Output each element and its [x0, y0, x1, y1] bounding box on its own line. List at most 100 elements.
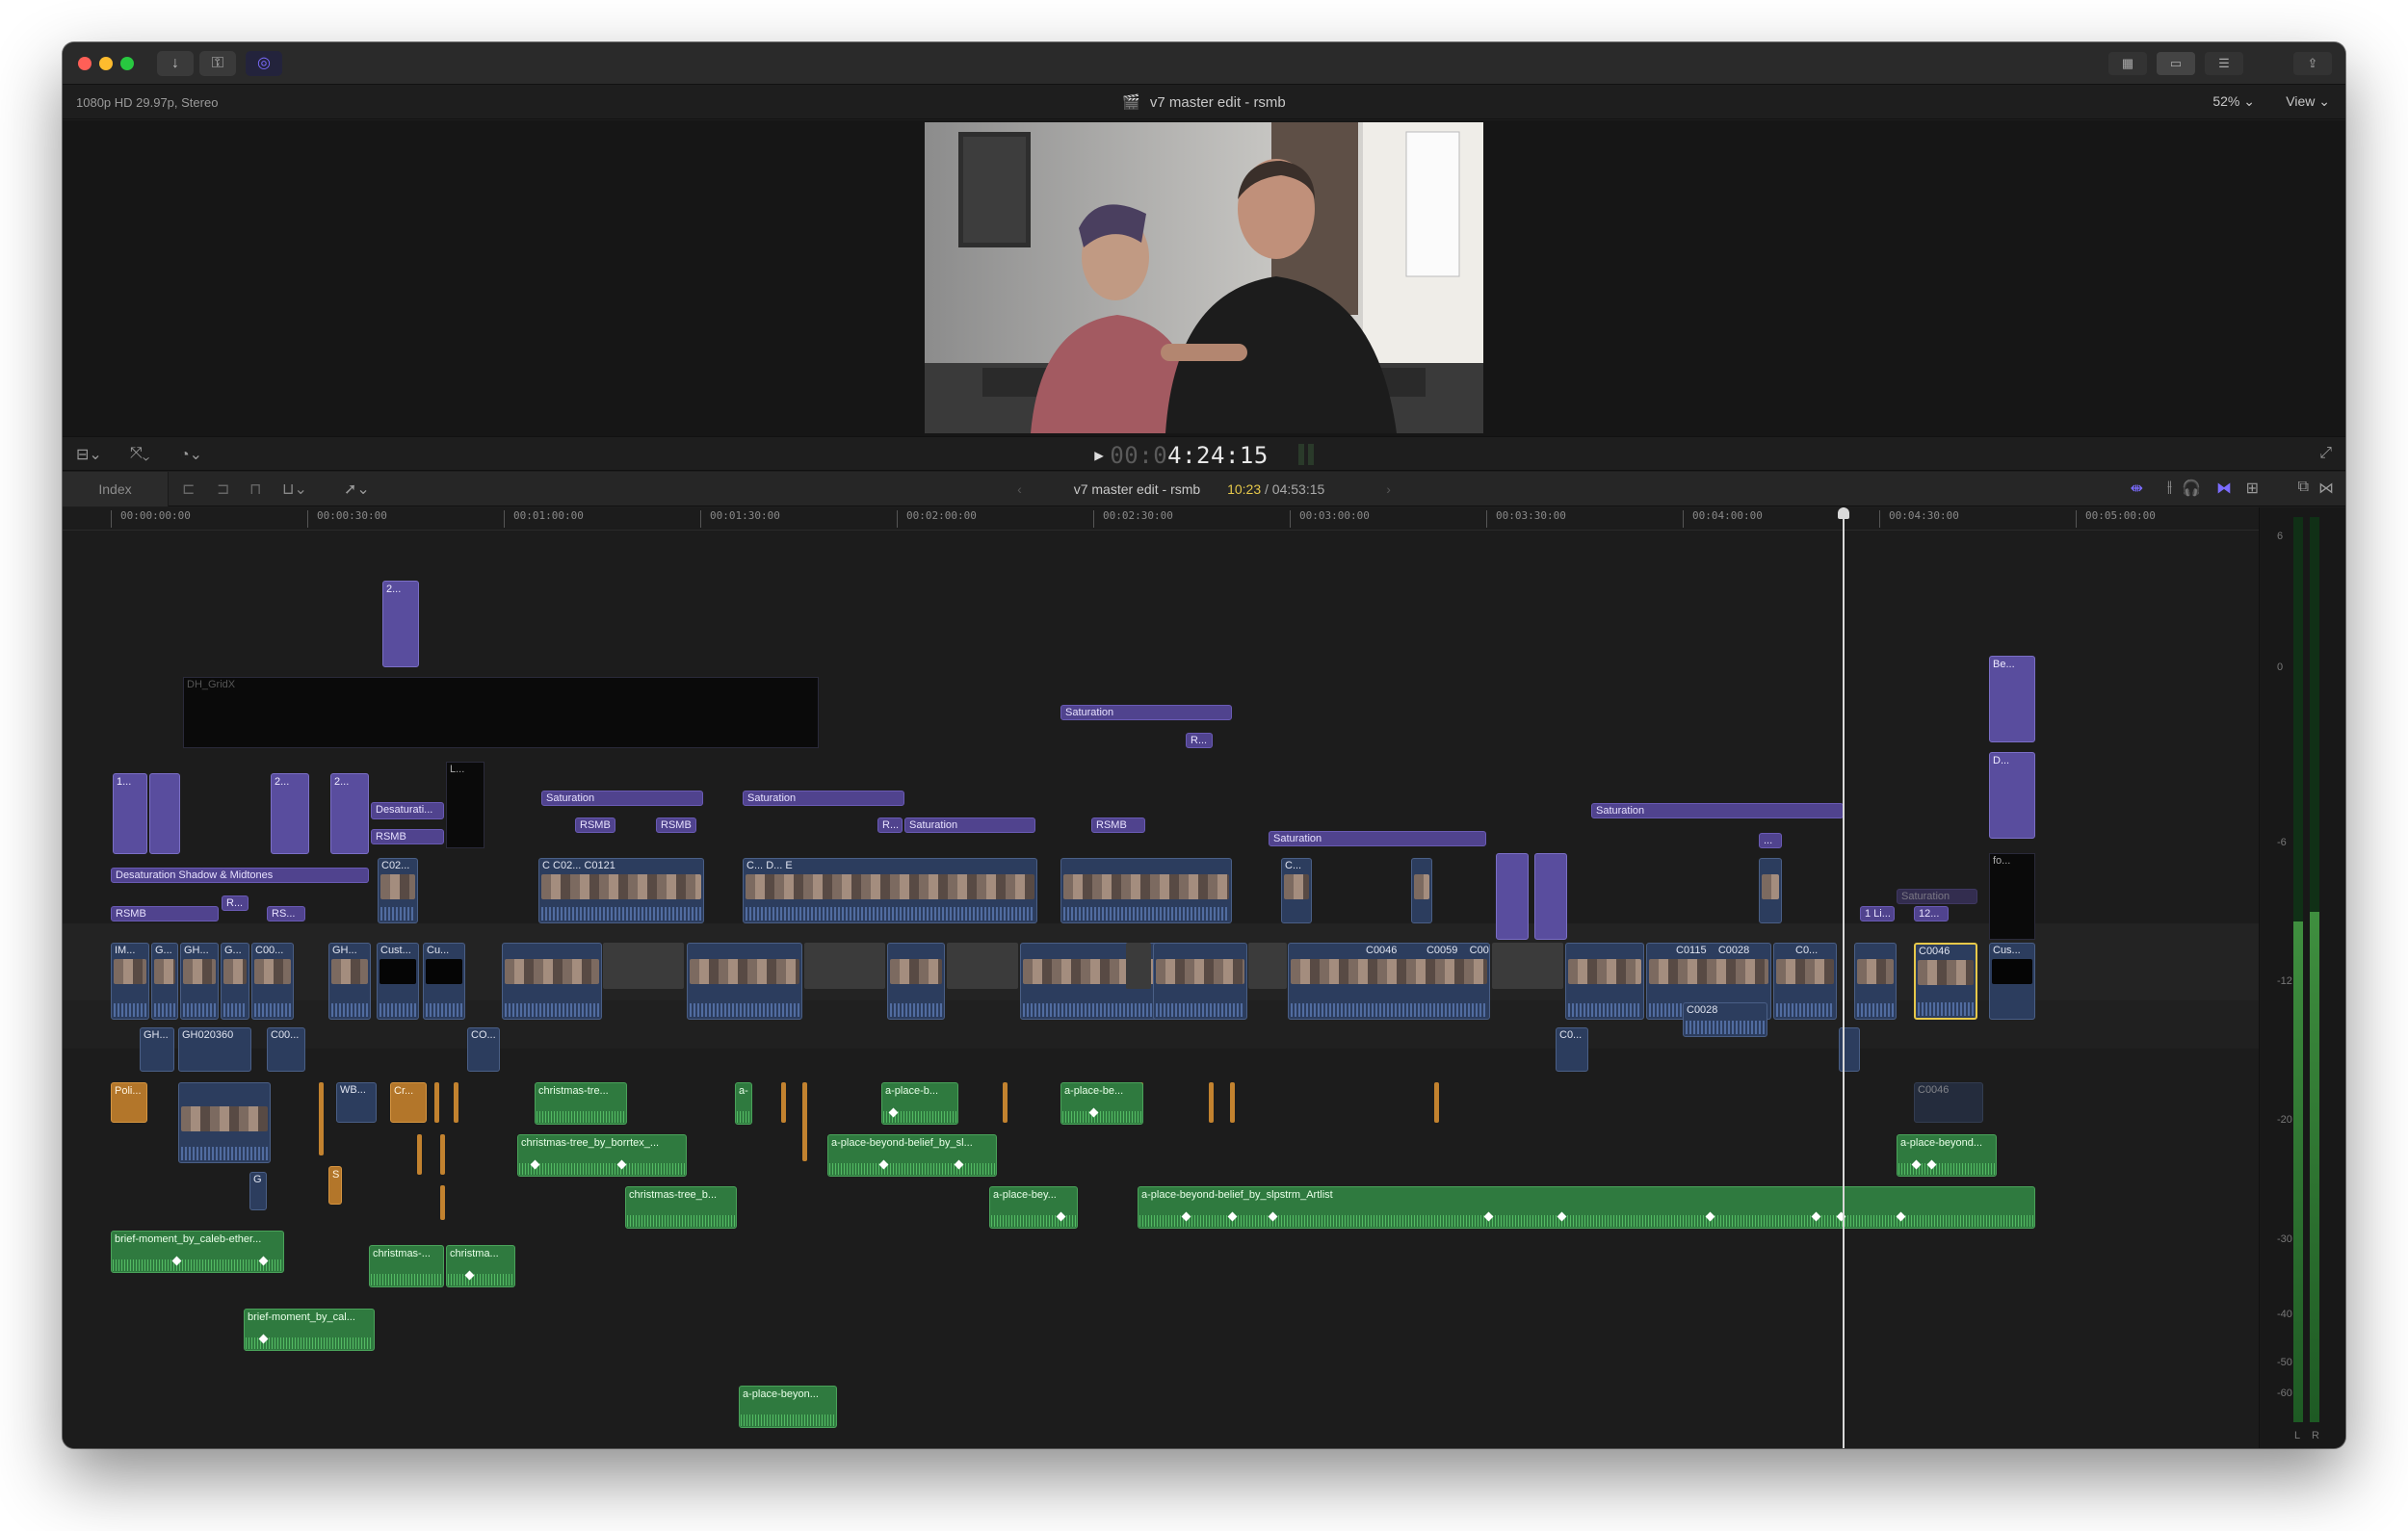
title-clip[interactable] — [319, 1082, 324, 1155]
title-clip[interactable]: fo... — [1989, 853, 2035, 940]
connected-video-clip[interactable] — [1060, 858, 1232, 923]
audio-clip[interactable]: a- — [735, 1082, 752, 1125]
audio-clip[interactable]: a-place-bey... — [989, 1186, 1078, 1229]
connected-video-clip[interactable] — [1759, 858, 1782, 923]
title-clip[interactable] — [149, 773, 180, 854]
connected-video-clip[interactable]: C0... — [1556, 1027, 1588, 1072]
title-clip[interactable] — [1209, 1082, 1214, 1123]
close-window-button[interactable] — [78, 57, 92, 70]
timecode-display[interactable]: ▶ 00:04:24:15 — [63, 442, 2345, 469]
connected-video-clip[interactable] — [178, 1082, 271, 1163]
title-clip[interactable] — [440, 1185, 445, 1220]
history-back-icon[interactable]: ‹ — [1017, 481, 1022, 497]
connected-video-clip[interactable]: C... D... E — [743, 858, 1037, 923]
play-icon[interactable]: ▶ — [1094, 446, 1104, 464]
title-clip[interactable]: Poli... — [111, 1082, 147, 1123]
transitions-browser-icon[interactable]: ⋈ — [2318, 479, 2334, 498]
effect-bar[interactable]: 1 Li... — [1860, 906, 1895, 921]
storyline-clip[interactable] — [502, 943, 602, 1020]
audio-clip[interactable]: christmas-... — [369, 1245, 444, 1287]
title-clip[interactable]: 2... — [330, 773, 369, 854]
snapping-icon[interactable]: ⧓ — [2216, 479, 2232, 498]
storyline-clip[interactable]: IM... — [111, 943, 149, 1020]
effect-bar[interactable]: Desaturation Shadow & Midtones — [111, 868, 369, 883]
audio-skimming-icon[interactable]: ⫲ — [2167, 479, 2172, 496]
gap-clip[interactable] — [603, 943, 684, 989]
title-clip[interactable] — [1434, 1082, 1439, 1123]
effect-bar[interactable]: ... — [1759, 833, 1782, 848]
effect-bar[interactable]: RSMB — [111, 906, 219, 921]
gap-clip[interactable] — [1126, 943, 1151, 989]
timeline-ruler[interactable]: 00:00:00:00 00:00:30:00 00:01:00:00 00:0… — [63, 507, 2259, 531]
effect-bar[interactable]: R... — [222, 895, 249, 911]
audio-clip[interactable]: christma... — [446, 1245, 515, 1287]
title-clip[interactable]: Be... — [1989, 656, 2035, 742]
title-clip[interactable] — [434, 1082, 439, 1123]
effect-bar[interactable]: 12... — [1914, 906, 1949, 921]
storyline-clip[interactable]: Cust... — [377, 943, 419, 1020]
title-clip[interactable] — [781, 1082, 786, 1123]
effect-bar[interactable]: RSMB — [575, 817, 615, 833]
fullscreen-icon[interactable]: ⤢ — [2319, 445, 2332, 462]
audio-clip[interactable]: a-place-beyond-belief_by_slpstrm_Artlist — [1138, 1186, 2035, 1229]
view-dropdown[interactable]: View ⌄ — [2286, 93, 2330, 110]
effect-bar[interactable]: R... — [877, 817, 903, 833]
title-clip[interactable] — [1230, 1082, 1235, 1123]
storyline-clip[interactable] — [887, 943, 945, 1020]
title-clip[interactable]: D... — [1989, 752, 2035, 839]
audio-clip[interactable]: a-place-be... — [1060, 1082, 1143, 1125]
effect-bar[interactable]: RSMB — [656, 817, 696, 833]
connected-video-clip[interactable]: C00... — [267, 1027, 305, 1072]
audio-clip[interactable]: christmas-tre... — [535, 1082, 627, 1125]
audio-clip[interactable]: brief-moment_by_cal... — [244, 1309, 375, 1351]
storyline-clip[interactable] — [687, 943, 802, 1020]
connected-video-clip[interactable]: C C02... C0121 — [538, 858, 704, 923]
storyline-clip[interactable]: GH... — [180, 943, 219, 1020]
zoom-dropdown[interactable]: 52% ⌄ — [2212, 93, 2255, 110]
title-clip[interactable] — [417, 1134, 422, 1175]
title-clip[interactable]: 2... — [271, 773, 309, 854]
connected-video-clip[interactable]: C02... — [378, 858, 418, 923]
title-clip[interactable] — [802, 1082, 807, 1161]
headphones-icon[interactable]: 🎧 — [2182, 479, 2201, 498]
storyline-clip[interactable] — [1153, 943, 1247, 1020]
share-button[interactable]: ⇪ — [2293, 52, 2332, 75]
title-clip[interactable] — [1496, 853, 1529, 940]
title-clip[interactable] — [440, 1134, 445, 1175]
storyline-clip[interactable] — [1854, 943, 1897, 1020]
connected-video-clip[interactable]: C0028 — [1683, 1002, 1767, 1037]
title-clip[interactable] — [454, 1082, 458, 1123]
storyline-clip[interactable] — [1020, 943, 1174, 1020]
effect-bar[interactable]: R... — [1186, 733, 1213, 748]
audio-clip[interactable]: christmas-tree_by_borrtex_... — [517, 1134, 687, 1177]
title-clip[interactable] — [1534, 853, 1567, 940]
storyline-clip[interactable] — [1565, 943, 1644, 1020]
audio-clip[interactable]: a-place-b... — [881, 1082, 958, 1125]
title-clip[interactable]: S — [328, 1166, 342, 1205]
effect-bar[interactable]: Saturation — [743, 791, 904, 806]
title-clip[interactable]: 1... — [113, 773, 147, 854]
storyline-clip[interactable]: GH... — [328, 943, 371, 1020]
title-clip[interactable] — [1003, 1082, 1008, 1123]
connected-video-clip[interactable]: G — [249, 1172, 267, 1210]
storyline-clip[interactable]: Cu... — [423, 943, 465, 1020]
effect-bar[interactable]: Saturation — [541, 791, 703, 806]
audio-clip[interactable]: a-place-beyond-belief_by_sl... — [827, 1134, 997, 1177]
keyword-button[interactable]: ⚿ — [199, 51, 236, 76]
skimming-icon[interactable]: ⇼ — [2131, 479, 2143, 498]
audio-clip[interactable]: a-place-beyond... — [1897, 1134, 1997, 1177]
library-toggle-button[interactable]: ▦ — [2108, 52, 2147, 75]
inspector-toggle-button[interactable]: ☰ — [2205, 52, 2243, 75]
title-clip[interactable]: Cr... — [390, 1082, 427, 1123]
timeline[interactable]: 2... DH_GridX Be... D... Saturation R...… — [63, 531, 2259, 1448]
import-button[interactable]: ↓ — [157, 51, 194, 76]
clip-appearance-icon[interactable]: ⊞ — [2246, 479, 2259, 498]
effect-bar[interactable]: Saturation — [1591, 803, 1844, 818]
effect-bar[interactable]: Saturation — [1060, 705, 1232, 720]
playhead[interactable] — [1843, 507, 1845, 1448]
effect-bar[interactable]: Saturation — [904, 817, 1035, 833]
storyline-clip[interactable]: C0... — [1773, 943, 1837, 1020]
effect-bar[interactable]: RSMB — [371, 829, 444, 844]
storyline-clip[interactable]: G... — [221, 943, 249, 1020]
minimize-window-button[interactable] — [99, 57, 113, 70]
